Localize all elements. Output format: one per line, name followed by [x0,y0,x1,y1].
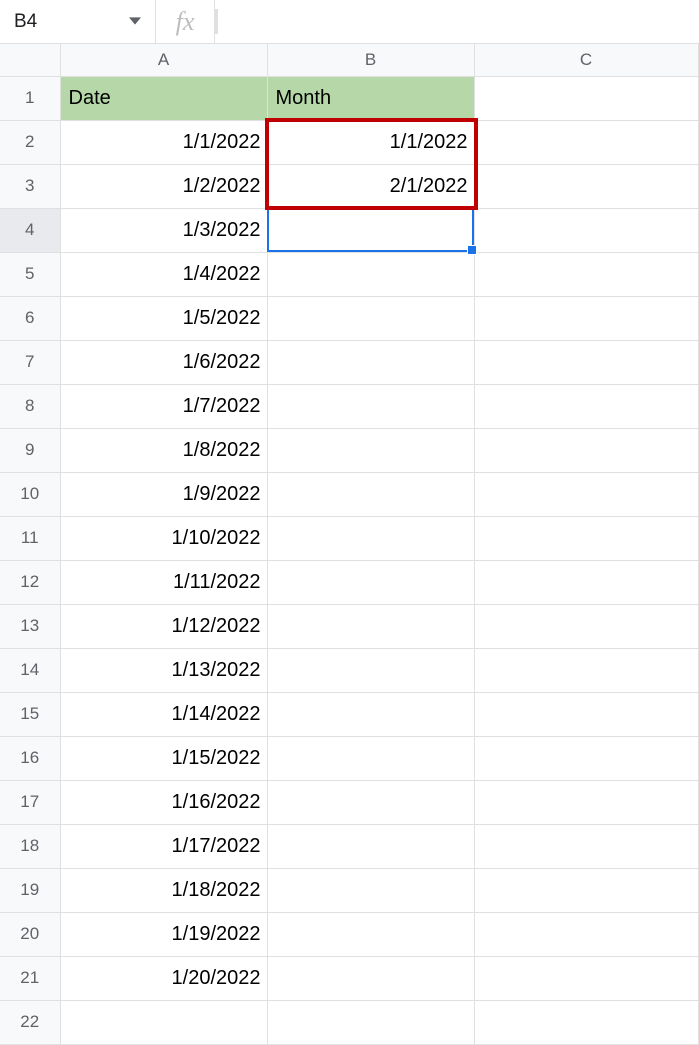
cell-B13[interactable] [267,604,474,648]
row-header-20[interactable]: 20 [0,912,60,956]
row-header-16[interactable]: 16 [0,736,60,780]
cell-A6[interactable]: 1/5/2022 [60,296,267,340]
cell-C3[interactable] [474,164,698,208]
cell-C12[interactable] [474,560,698,604]
cell-B12[interactable] [267,560,474,604]
cell-C16[interactable] [474,736,698,780]
row-header-3[interactable]: 3 [0,164,60,208]
cell-B14[interactable] [267,648,474,692]
cell-A5[interactable]: 1/4/2022 [60,252,267,296]
cell-A8[interactable]: 1/7/2022 [60,384,267,428]
cell-C10[interactable] [474,472,698,516]
row-header-11[interactable]: 11 [0,516,60,560]
cell-A10[interactable]: 1/9/2022 [60,472,267,516]
row-header-2[interactable]: 2 [0,120,60,164]
cell-C17[interactable] [474,780,698,824]
column-header-B[interactable]: B [267,44,474,76]
cell-A18[interactable]: 1/17/2022 [60,824,267,868]
cell-A1[interactable]: Date [60,76,267,120]
row-header-19[interactable]: 19 [0,868,60,912]
cell-B19[interactable] [267,868,474,912]
cell-A2[interactable]: 1/1/2022 [60,120,267,164]
cell-B9[interactable] [267,428,474,472]
spreadsheet-grid: A B C 1 Date Month 2 1/1/2022 1/1/2022 3… [0,44,699,1045]
cell-reference: B4 [14,11,37,33]
cell-C6[interactable] [474,296,698,340]
cell-A3[interactable]: 1/2/2022 [60,164,267,208]
cell-C8[interactable] [474,384,698,428]
cell-A20[interactable]: 1/19/2022 [60,912,267,956]
row-header-12[interactable]: 12 [0,560,60,604]
cell-C15[interactable] [474,692,698,736]
formula-bar: B4 fx [0,0,699,44]
cell-A15[interactable]: 1/14/2022 [60,692,267,736]
cell-A13[interactable]: 1/12/2022 [60,604,267,648]
cell-C19[interactable] [474,868,698,912]
cell-A17[interactable]: 1/16/2022 [60,780,267,824]
row-header-10[interactable]: 10 [0,472,60,516]
row-header-13[interactable]: 13 [0,604,60,648]
row-header-6[interactable]: 6 [0,296,60,340]
row-header-1[interactable]: 1 [0,76,60,120]
cell-B22[interactable] [267,1000,474,1044]
cell-C4[interactable] [474,208,698,252]
dropdown-icon [129,11,141,33]
cell-C14[interactable] [474,648,698,692]
cell-C13[interactable] [474,604,698,648]
row-header-8[interactable]: 8 [0,384,60,428]
cell-B18[interactable] [267,824,474,868]
cell-B2[interactable]: 1/1/2022 [267,120,474,164]
cell-C22[interactable] [474,1000,698,1044]
cell-C1[interactable] [474,76,698,120]
cell-B3[interactable]: 2/1/2022 [267,164,474,208]
row-header-18[interactable]: 18 [0,824,60,868]
cell-A16[interactable]: 1/15/2022 [60,736,267,780]
cell-B20[interactable] [267,912,474,956]
row-header-21[interactable]: 21 [0,956,60,1000]
cell-B17[interactable] [267,780,474,824]
fx-icon: fx [155,0,215,43]
row-header-9[interactable]: 9 [0,428,60,472]
select-all-corner[interactable] [0,44,60,76]
cell-A14[interactable]: 1/13/2022 [60,648,267,692]
column-header-A[interactable]: A [60,44,267,76]
row-header-7[interactable]: 7 [0,340,60,384]
cell-C2[interactable] [474,120,698,164]
cell-C18[interactable] [474,824,698,868]
cell-B6[interactable] [267,296,474,340]
column-header-C[interactable]: C [474,44,698,76]
cell-C7[interactable] [474,340,698,384]
cell-A11[interactable]: 1/10/2022 [60,516,267,560]
cell-B11[interactable] [267,516,474,560]
row-header-17[interactable]: 17 [0,780,60,824]
cell-B4[interactable] [267,208,474,252]
cell-A4[interactable]: 1/3/2022 [60,208,267,252]
cell-C20[interactable] [474,912,698,956]
cell-C11[interactable] [474,516,698,560]
row-header-5[interactable]: 5 [0,252,60,296]
cell-B15[interactable] [267,692,474,736]
row-header-4[interactable]: 4 [0,208,60,252]
cell-C9[interactable] [474,428,698,472]
cell-B1[interactable]: Month [267,76,474,120]
cell-B21[interactable] [267,956,474,1000]
cell-B7[interactable] [267,340,474,384]
formula-input[interactable] [218,0,699,43]
name-box[interactable]: B4 [0,0,155,43]
cell-B8[interactable] [267,384,474,428]
cell-A19[interactable]: 1/18/2022 [60,868,267,912]
cell-A12[interactable]: 1/11/2022 [60,560,267,604]
row-header-22[interactable]: 22 [0,1000,60,1044]
cell-B5[interactable] [267,252,474,296]
cell-B16[interactable] [267,736,474,780]
cell-C21[interactable] [474,956,698,1000]
row-header-15[interactable]: 15 [0,692,60,736]
cell-A9[interactable]: 1/8/2022 [60,428,267,472]
cell-C5[interactable] [474,252,698,296]
row-header-14[interactable]: 14 [0,648,60,692]
cell-A22[interactable] [60,1000,267,1044]
cell-B10[interactable] [267,472,474,516]
cell-A21[interactable]: 1/20/2022 [60,956,267,1000]
cell-A7[interactable]: 1/6/2022 [60,340,267,384]
